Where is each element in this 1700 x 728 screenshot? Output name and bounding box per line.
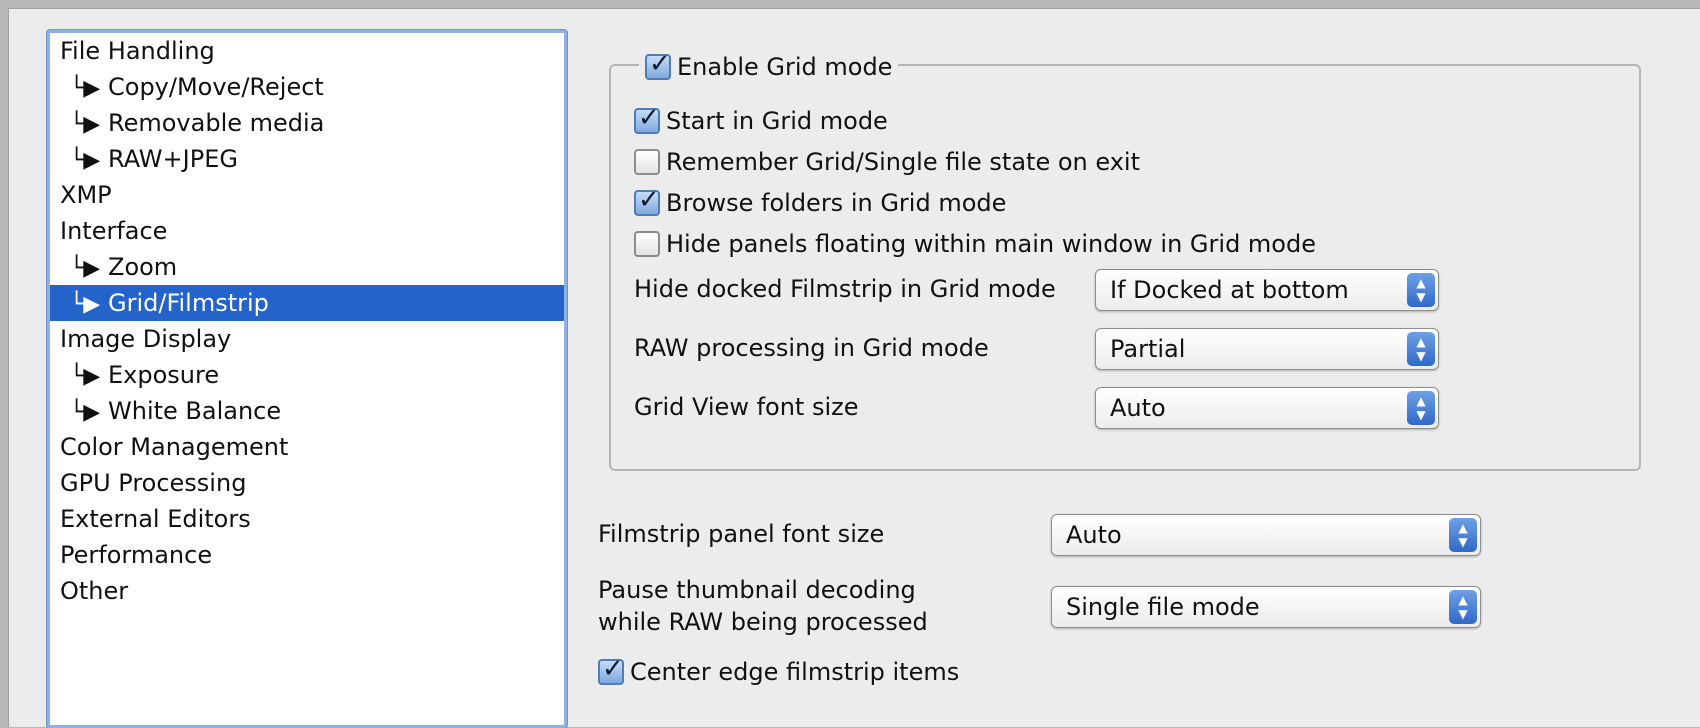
checkmark-icon: ✓ [649,49,671,79]
grid-option-label: Browse folders in Grid mode [666,189,1007,217]
grid-option-checkbox[interactable] [634,149,660,175]
sidebar-item[interactable]: └▶ Copy/Move/Reject [50,69,564,105]
checkmark-icon: ✓ [638,185,660,215]
center-edge-filmstrip-label: Center edge filmstrip items [630,658,960,686]
child-arrow-icon: └▶ [70,292,101,317]
sidebar-item[interactable]: GPU Processing [50,465,564,501]
child-arrow-icon: └▶ [70,112,101,137]
grid-option-label: Hide panels floating within main window … [666,230,1316,258]
grid-option-label: Start in Grid mode [666,107,888,135]
raw-processing-value: Partial [1110,335,1186,363]
child-arrow-icon: └▶ [70,400,101,425]
sidebar-item[interactable]: Image Display [50,321,564,357]
select-stepper-icon: ▲ ▼ [1407,332,1435,366]
select-stepper-icon: ▲ ▼ [1449,590,1477,624]
sidebar-item[interactable]: └▶ Zoom [50,249,564,285]
filmstrip-font-size-select[interactable]: Auto ▲ ▼ [1051,514,1481,556]
grid-option-row[interactable]: ✓ Start in Grid mode [634,101,888,141]
center-edge-filmstrip-checkbox[interactable]: ✓ [598,654,624,685]
pause-thumbnail-label-line1: Pause thumbnail decoding [598,576,916,604]
raw-processing-label: RAW processing in Grid mode [634,334,989,362]
sidebar-item-label: Performance [60,541,213,569]
grid-view-font-size-value: Auto [1110,394,1166,422]
child-arrow-icon: └▶ [70,256,101,281]
sidebar-item[interactable]: External Editors [50,501,564,537]
child-arrow-icon: └▶ [70,148,101,173]
grid-option-row[interactable]: Remember Grid/Single file state on exit [634,142,1140,182]
pause-thumbnail-value: Single file mode [1066,593,1260,621]
select-stepper-icon: ▲ ▼ [1449,518,1477,552]
child-arrow-icon: └▶ [70,364,101,389]
sidebar-item-label: Copy/Move/Reject [108,73,324,101]
sidebar-item[interactable]: └▶ Exposure [50,357,564,393]
sidebar-item[interactable]: Performance [50,537,564,573]
sidebar-item-label: Other [60,577,129,605]
sidebar-item-label: RAW+JPEG [108,145,238,173]
preferences-window: File Handling └▶ Copy/Move/Reject └▶ Removab… [8,8,1700,728]
filmstrip-font-size-value: Auto [1066,521,1122,549]
child-arrow-icon: └▶ [70,76,101,101]
grid-option-checkbox[interactable]: ✓ [634,185,660,216]
center-edge-filmstrip-row[interactable]: ✓ Center edge filmstrip items [598,652,959,692]
hide-docked-filmstrip-value: If Docked at bottom [1110,276,1349,304]
grid-option-checkbox[interactable]: ✓ [634,103,660,134]
sidebar-item[interactable]: └▶ Removable media [50,105,564,141]
grid-option-row[interactable]: Hide panels floating within main window … [634,224,1316,264]
sidebar-item-label: Grid/Filmstrip [108,289,269,317]
grid-option-label: Remember Grid/Single file state on exit [666,148,1140,176]
grid-view-font-size-select[interactable]: Auto ▲ ▼ [1095,387,1439,429]
pause-thumbnail-label-line2: while RAW being processed [598,608,928,636]
sidebar-item-label: Color Management [60,433,289,461]
sidebar-item[interactable]: File Handling [50,33,564,69]
sidebar-item-label: External Editors [60,505,251,533]
sidebar-item-label: Exposure [108,361,220,389]
preferences-category-list[interactable]: File Handling └▶ Copy/Move/Reject └▶ Removab… [47,30,567,728]
pause-thumbnail-select[interactable]: Single file mode ▲ ▼ [1051,586,1481,628]
sidebar-item[interactable]: └▶ Grid/Filmstrip [50,285,564,321]
sidebar-item[interactable]: Interface [50,213,564,249]
enable-grid-mode-checkbox-row[interactable]: ✓ Enable Grid mode [639,47,899,87]
sidebar-item[interactable]: └▶ RAW+JPEG [50,141,564,177]
sidebar-item-label: White Balance [108,397,282,425]
grid-option-checkbox[interactable] [634,231,660,257]
select-stepper-icon: ▲ ▼ [1407,391,1435,425]
grid-view-font-size-label: Grid View font size [634,393,859,421]
sidebar-item[interactable]: XMP [50,177,564,213]
checkmark-icon: ✓ [602,654,624,684]
sidebar-item-label: Zoom [108,253,178,281]
raw-processing-select[interactable]: Partial ▲ ▼ [1095,328,1439,370]
sidebar-item[interactable]: Other [50,573,564,609]
enable-grid-mode-checkbox[interactable]: ✓ [645,49,671,80]
sidebar-item[interactable]: Color Management [50,429,564,465]
enable-grid-mode-label: Enable Grid mode [677,53,893,81]
sidebar-item-label: XMP [60,181,112,209]
filmstrip-font-size-label: Filmstrip panel font size [598,520,885,548]
hide-docked-filmstrip-label: Hide docked Filmstrip in Grid mode [634,275,1056,303]
sidebar-item-label: GPU Processing [60,469,247,497]
sidebar-item-label: Image Display [60,325,232,353]
sidebar-item-label: Interface [60,217,168,245]
sidebar-item[interactable]: └▶ White Balance [50,393,564,429]
sidebar-item-label: File Handling [60,37,215,65]
select-stepper-icon: ▲ ▼ [1407,273,1435,307]
hide-docked-filmstrip-select[interactable]: If Docked at bottom ▲ ▼ [1095,269,1439,311]
sidebar-item-label: Removable media [108,109,325,137]
checkmark-icon: ✓ [638,103,660,133]
grid-option-row[interactable]: ✓ Browse folders in Grid mode [634,183,1006,223]
